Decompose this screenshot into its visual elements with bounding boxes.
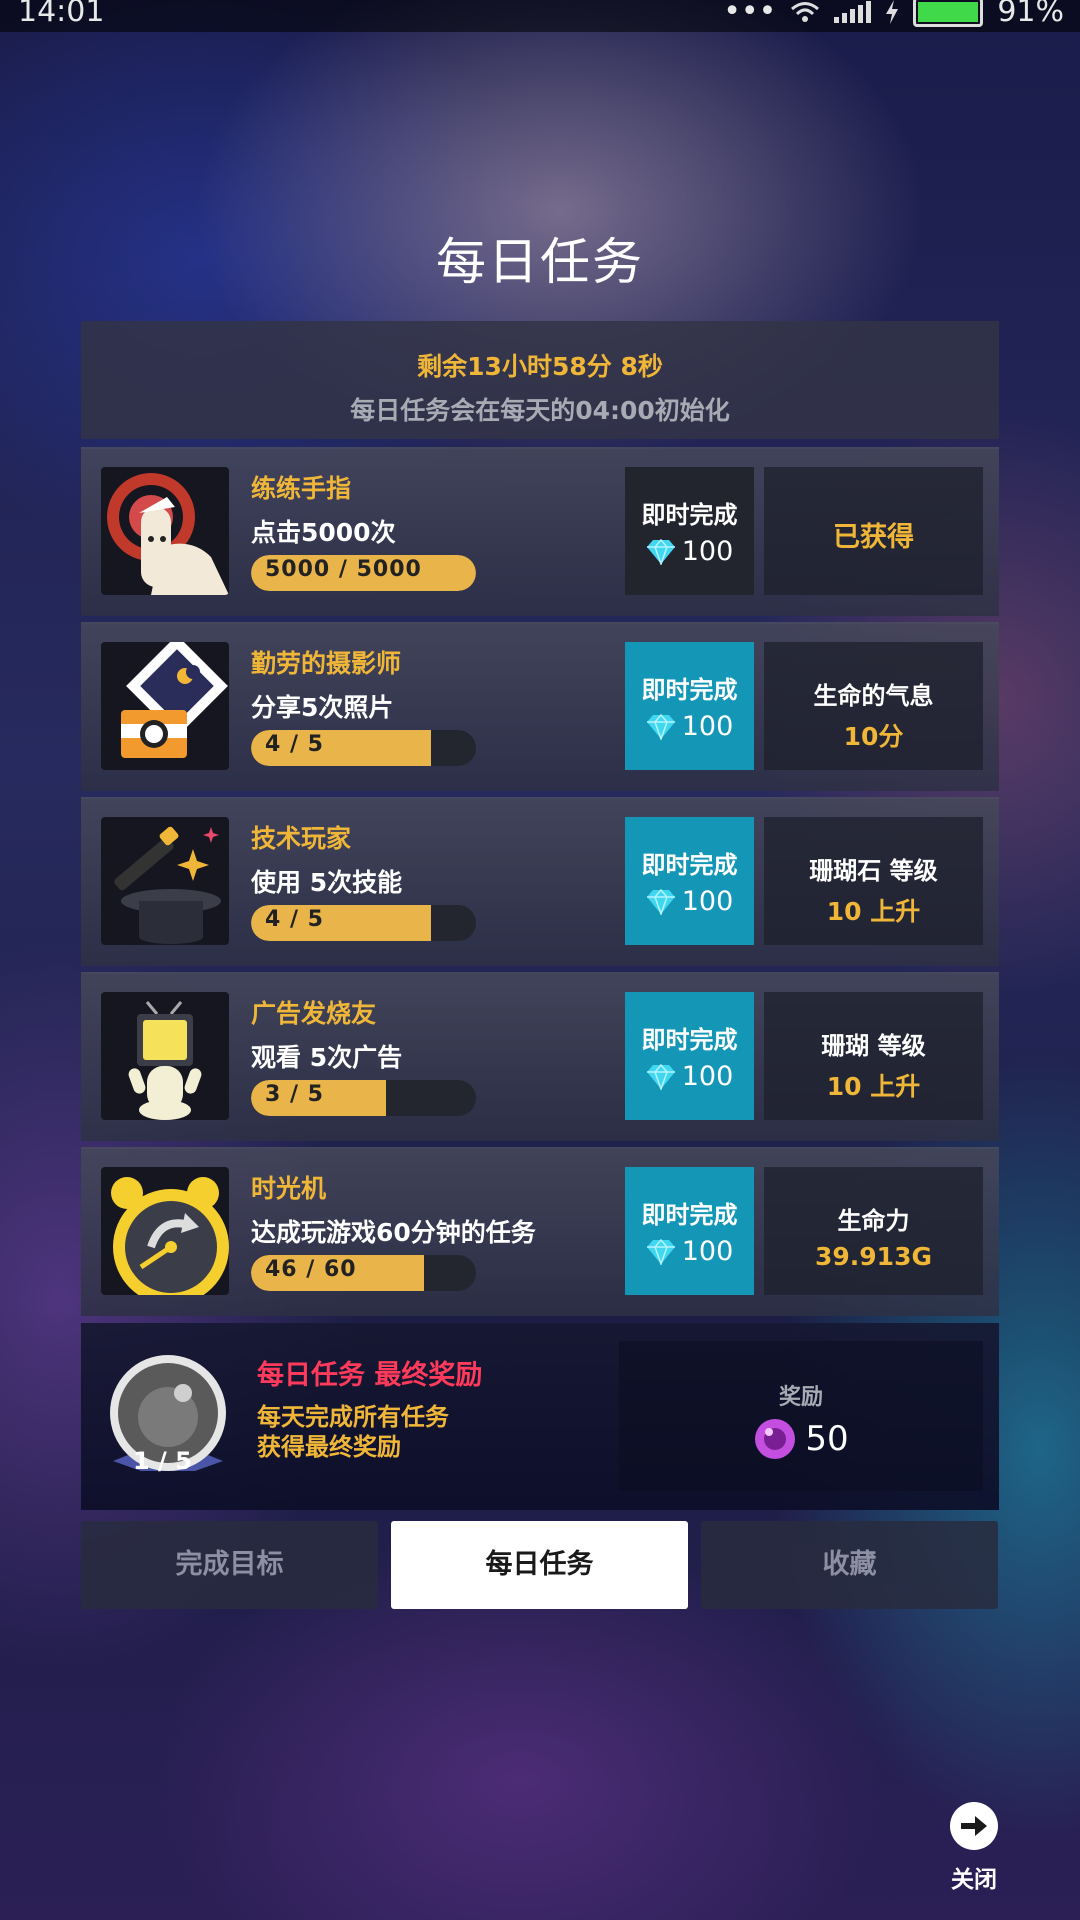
final-progress-text: 1 / 5 bbox=[133, 1447, 192, 1475]
alarm-clock-icon bbox=[101, 1167, 229, 1295]
task-row: 勤劳的摄影师 分享5次照片 4 / 5 即时完成 100 生命的气息 10分 bbox=[81, 622, 999, 791]
diamond-icon bbox=[646, 713, 675, 740]
task-reward: 生命的气息 10分 bbox=[764, 642, 983, 770]
task-reward: 珊瑚 等级 10 上升 bbox=[764, 992, 983, 1120]
diamond-icon bbox=[646, 1238, 675, 1265]
task-progress-text: 46 / 60 bbox=[265, 1257, 357, 1282]
task-name: 广告发烧友 bbox=[251, 999, 377, 1028]
reward-label: 珊瑚石 等级 bbox=[809, 857, 938, 885]
tab-collection[interactable]: 收藏 bbox=[701, 1521, 998, 1609]
diamond-icon bbox=[646, 538, 675, 565]
task-progress-bar: 46 / 60 bbox=[251, 1255, 476, 1291]
task-row: 广告发烧友 观看 5次广告 3 / 5 即时完成 100 珊瑚 等级 10 上升 bbox=[81, 972, 999, 1141]
instant-label: 即时完成 bbox=[641, 676, 738, 704]
reward-value: 10 上升 bbox=[826, 1072, 921, 1101]
diamond-icon bbox=[646, 1063, 675, 1090]
instant-complete-button[interactable]: 即时完成 100 bbox=[625, 817, 754, 945]
charging-icon bbox=[886, 0, 899, 24]
task-progress-bar: 4 / 5 bbox=[251, 730, 476, 766]
task-desc: 分享5次照片 bbox=[251, 693, 394, 722]
task-name: 练练手指 bbox=[251, 474, 352, 503]
final-reward-title: 每日任务 最终奖励 bbox=[257, 1360, 483, 1391]
task-reward-status: 已获得 bbox=[764, 467, 983, 595]
instant-label: 即时完成 bbox=[641, 1201, 738, 1229]
battery-percent: 91% bbox=[997, 0, 1064, 29]
reward-value: 50 bbox=[805, 1419, 849, 1459]
instant-label: 即时完成 bbox=[641, 851, 738, 879]
task-desc: 使用 5次技能 bbox=[251, 868, 403, 897]
reward-label: 珊瑚 等级 bbox=[821, 1032, 926, 1060]
task-row: 技术玩家 使用 5次技能 4 / 5 即时完成 100 珊瑚石 等级 10 上升 bbox=[81, 797, 999, 966]
task-reward: 生命力 39.913G bbox=[764, 1167, 983, 1295]
reward-obtained-status: 已获得 bbox=[833, 522, 914, 553]
task-row: 练练手指 点击5000次 5000 / 5000 即时完成 100 已获得 bbox=[81, 447, 999, 616]
final-reward-desc: 获得最终奖励 bbox=[257, 1433, 401, 1461]
instant-cost: 100 bbox=[681, 1061, 734, 1092]
close-label: 关闭 bbox=[951, 1867, 997, 1893]
instant-complete-button[interactable]: 即时完成 100 bbox=[625, 1167, 754, 1295]
status-time: 14:01 bbox=[18, 0, 105, 29]
status-bar: 14:01 ••• 91% bbox=[0, 0, 1080, 32]
instant-cost: 100 bbox=[681, 711, 734, 742]
instant-cost: 100 bbox=[681, 536, 734, 567]
arrow-right-icon bbox=[950, 1802, 998, 1850]
reward-label: 生命的气息 bbox=[813, 682, 934, 710]
battery-icon bbox=[913, 0, 984, 27]
task-reward: 珊瑚石 等级 10 上升 bbox=[764, 817, 983, 945]
close-button[interactable]: 关闭 bbox=[944, 1802, 1004, 1894]
instant-label: 即时完成 bbox=[641, 501, 738, 529]
task-progress-text: 4 / 5 bbox=[265, 907, 324, 932]
task-desc: 观看 5次广告 bbox=[251, 1043, 403, 1072]
task-name: 技术玩家 bbox=[251, 824, 352, 853]
page-title: 每日任务 bbox=[436, 233, 644, 291]
signal-icon bbox=[834, 0, 872, 23]
reset-timer-panel: 剩余13小时58分 8秒 每日任务会在每天的04:00初始化 bbox=[81, 321, 999, 439]
task-progress-text: 5000 / 5000 bbox=[265, 557, 422, 582]
wifi-icon bbox=[791, 1, 820, 22]
task-desc: 达成玩游戏60分钟的任务 bbox=[251, 1218, 536, 1247]
task-name: 勤劳的摄影师 bbox=[251, 649, 402, 678]
final-reward-panel: 1 / 5 每日任务 最终奖励 每天完成所有任务 获得最终奖励 奖励 50 bbox=[81, 1323, 999, 1510]
diamond-icon bbox=[646, 888, 675, 915]
instant-complete-button[interactable]: 即时完成 100 bbox=[625, 642, 754, 770]
finger-tap-icon bbox=[101, 467, 229, 595]
reward-label: 生命力 bbox=[837, 1207, 910, 1235]
reward-value: 39.913G bbox=[815, 1242, 932, 1271]
task-progress-text: 3 / 5 bbox=[265, 1082, 324, 1107]
tv-viewer-icon bbox=[101, 992, 229, 1120]
task-progress-bar: 3 / 5 bbox=[251, 1080, 476, 1116]
instant-label: 即时完成 bbox=[641, 1026, 738, 1054]
reward-value: 10 上升 bbox=[826, 897, 921, 926]
more-dots-icon: ••• bbox=[723, 0, 777, 29]
instant-cost: 100 bbox=[681, 1236, 734, 1267]
final-reward-box: 奖励 50 bbox=[619, 1341, 983, 1491]
tab-goals[interactable]: 完成目标 bbox=[81, 1521, 378, 1609]
task-progress-text: 4 / 5 bbox=[265, 732, 324, 757]
magic-hat-icon bbox=[101, 817, 229, 945]
purple-orb-icon bbox=[755, 1419, 796, 1459]
task-desc: 点击5000次 bbox=[251, 518, 396, 547]
task-row: 时光机 达成玩游戏60分钟的任务 46 / 60 即时完成 100 生命力 39… bbox=[81, 1147, 999, 1316]
task-progress-bar: 5000 / 5000 bbox=[251, 555, 476, 591]
reward-label: 奖励 bbox=[778, 1385, 823, 1410]
remaining-time: 剩余13小时58分 8秒 bbox=[417, 352, 663, 381]
instant-complete-button: 即时完成 100 bbox=[625, 467, 754, 595]
reward-value: 10分 bbox=[843, 722, 904, 751]
camera-photo-icon bbox=[101, 642, 229, 770]
tab-daily-tasks[interactable]: 每日任务 bbox=[391, 1521, 688, 1609]
task-name: 时光机 bbox=[251, 1174, 327, 1203]
instant-cost: 100 bbox=[681, 886, 734, 917]
reset-note: 每日任务会在每天的04:00初始化 bbox=[350, 396, 730, 425]
task-progress-bar: 4 / 5 bbox=[251, 905, 476, 941]
instant-complete-button[interactable]: 即时完成 100 bbox=[625, 992, 754, 1120]
